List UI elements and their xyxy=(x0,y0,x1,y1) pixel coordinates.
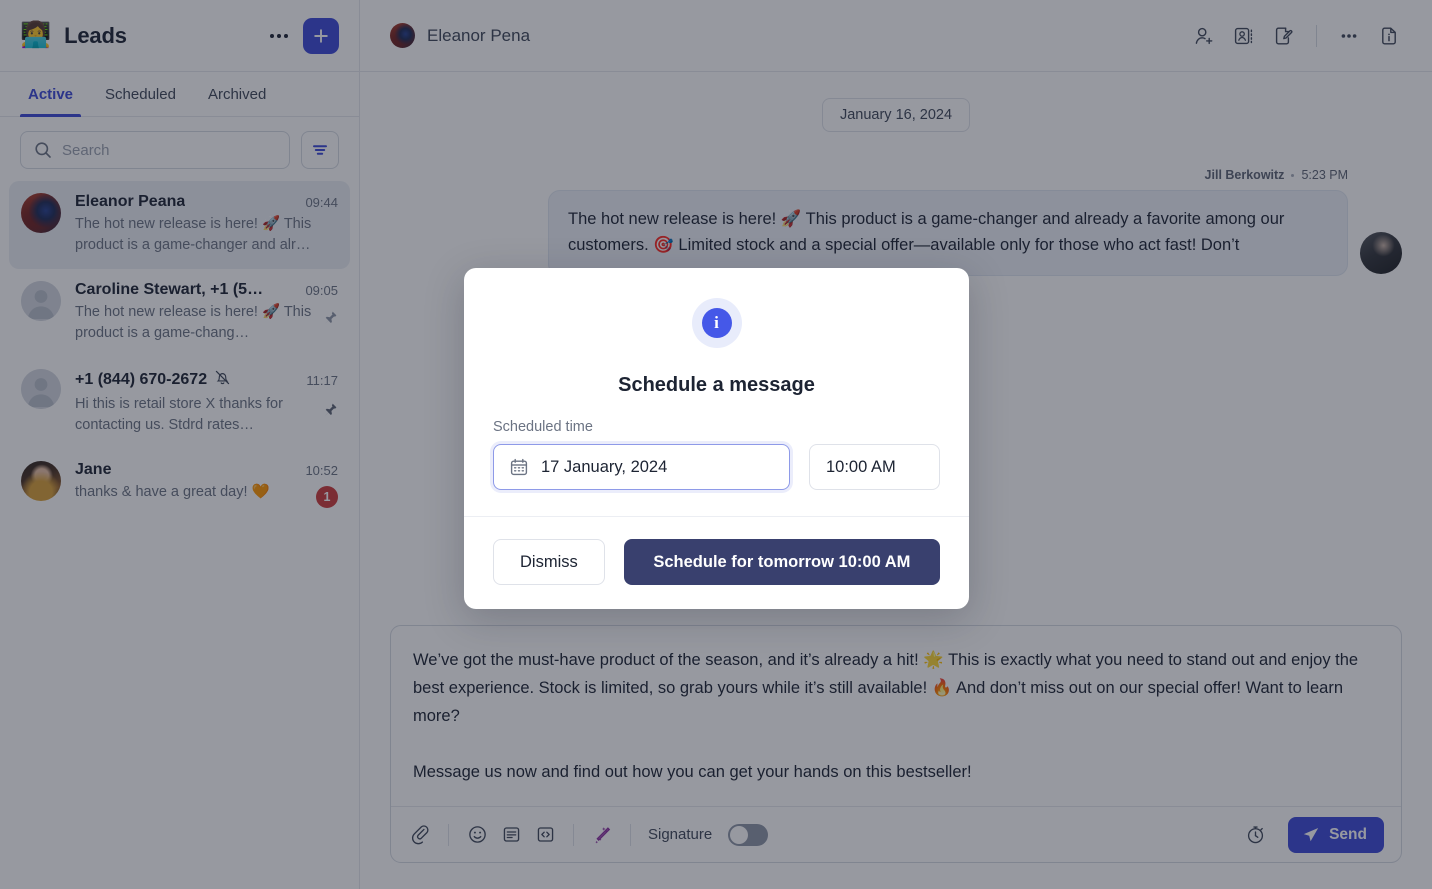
schedule-message-dialog: i Schedule a message Scheduled time 17 J… xyxy=(464,268,969,609)
dismiss-button[interactable]: Dismiss xyxy=(493,539,605,585)
time-input-value: 10:00 AM xyxy=(826,457,896,476)
scheduled-time-label: Scheduled time xyxy=(493,419,593,435)
calendar-icon xyxy=(510,458,528,476)
time-input[interactable]: 10:00 AM xyxy=(809,444,940,490)
dialog-title: Schedule a message xyxy=(618,374,815,396)
info-icon: i xyxy=(691,298,742,348)
schedule-button-label: Schedule for tomorrow 10:00 AM xyxy=(653,552,911,571)
date-input[interactable]: 17 January, 2024 xyxy=(493,444,790,490)
scheduled-time-field: Scheduled time 17 January, 2024 10:00 AM xyxy=(464,397,969,490)
app-root: 👩‍💻 Leads Active Scheduled Archived xyxy=(0,0,1432,889)
scheduled-time-inputs: 17 January, 2024 10:00 AM xyxy=(493,444,940,490)
schedule-button[interactable]: Schedule for tomorrow 10:00 AM xyxy=(623,539,940,585)
dismiss-button-label: Dismiss xyxy=(520,552,578,571)
date-input-value: 17 January, 2024 xyxy=(541,457,668,476)
dialog-header: i Schedule a message xyxy=(464,268,969,397)
dialog-footer: Dismiss Schedule for tomorrow 10:00 AM xyxy=(464,516,969,609)
info-glyph: i xyxy=(701,308,732,338)
